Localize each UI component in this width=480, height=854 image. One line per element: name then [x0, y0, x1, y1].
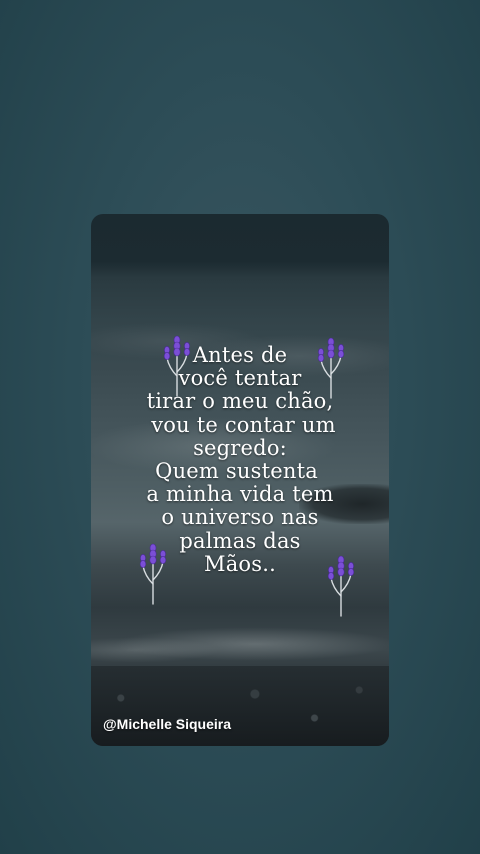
quote-line: segredo: [193, 435, 287, 460]
quote-line: você tentar [178, 366, 302, 391]
quote-line: tirar o meu chão, [146, 389, 334, 414]
quote-text: Antes de você tentar tirar o meu chão, v… [91, 343, 389, 576]
pebble-shore [91, 666, 389, 746]
author-watermark: @Michelle Siqueira [103, 716, 232, 732]
quote-line: a minha vida tem [146, 482, 334, 507]
surf-foam [91, 614, 389, 674]
quote-line: vou te contar um [144, 412, 336, 437]
quote-line: palmas das [179, 528, 301, 553]
quote-line: Quem sustenta [155, 459, 325, 484]
quote-card: Antes de você tentar tirar o meu chão, v… [91, 214, 389, 746]
quote-line: Antes de [192, 343, 288, 367]
quote-line: o universo nas [161, 505, 319, 530]
quote-line: Mãos.. [204, 551, 276, 576]
